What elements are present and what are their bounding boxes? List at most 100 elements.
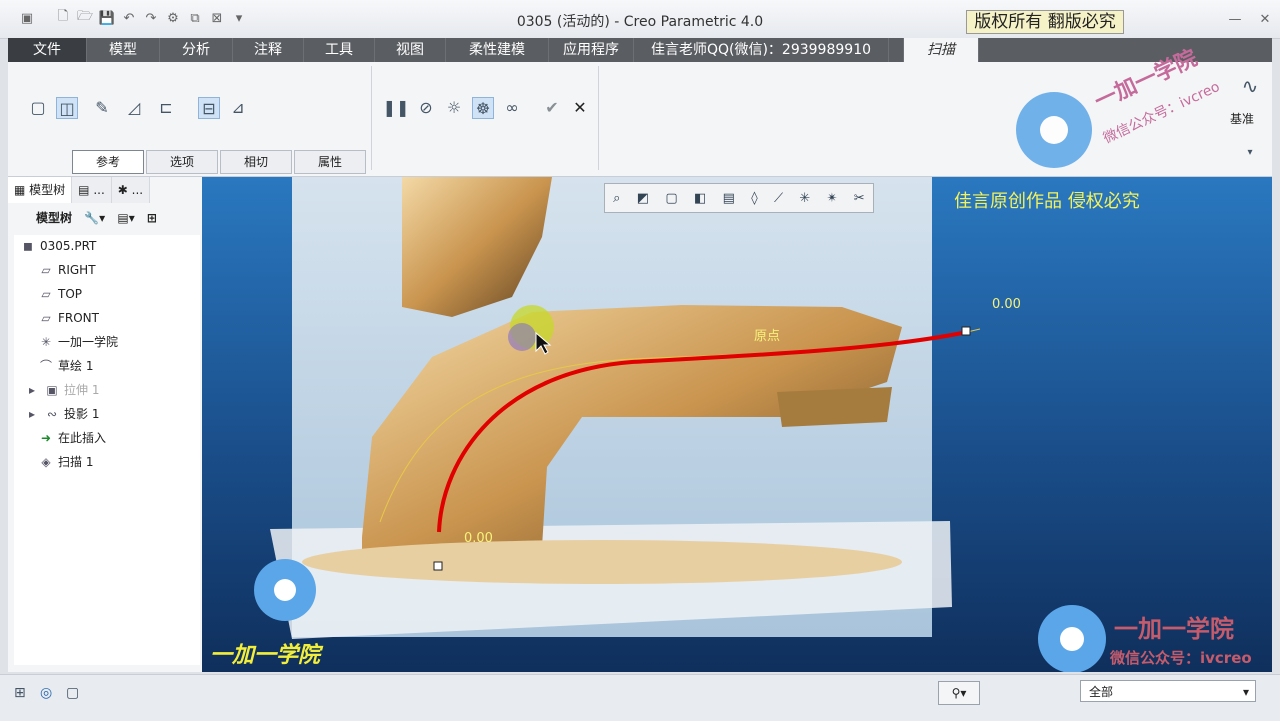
customize-dropdown-icon[interactable]: ▾ xyxy=(230,9,248,27)
csys-display-icon[interactable]: ✳ xyxy=(799,191,810,206)
tree-item-top[interactable]: ▱ TOP xyxy=(38,283,82,305)
tab-model[interactable]: 模型 xyxy=(87,38,160,62)
tree-item-insert-here[interactable]: ➜ 在此插入 xyxy=(38,427,106,449)
selection-filter[interactable]: 全部 ▾ xyxy=(1080,680,1256,702)
preview-geometry-icon[interactable]: ☼ xyxy=(444,97,464,117)
projection-icon: ∾ xyxy=(46,407,58,421)
show-navigator-icon[interactable]: ⊞ xyxy=(14,685,26,701)
cancel-x-icon[interactable]: ✕ xyxy=(570,97,590,117)
star-icon: ✱ xyxy=(117,183,132,197)
end-value-label[interactable]: 0.00 xyxy=(992,297,1021,312)
tree-icon: ▦ xyxy=(14,183,30,197)
save-icon[interactable]: 💾 xyxy=(98,9,116,27)
verify-mode-icon[interactable]: ☸ xyxy=(472,97,494,119)
brand-logo-small xyxy=(254,559,316,621)
view-toolbar: ⌕ ◩ ▢ ◧ ▤ ◊ ⟋ ✳ ✴ ✂ xyxy=(604,183,874,213)
zoom-fit-icon[interactable]: ⌕ xyxy=(613,191,620,206)
tab-sweep[interactable]: 扫描 xyxy=(904,38,979,62)
faucet-model xyxy=(270,177,981,639)
close-icon[interactable]: ✕ xyxy=(1256,10,1274,28)
subtab-tangency[interactable]: 相切 xyxy=(220,150,292,174)
layers-icon: ▤ xyxy=(78,183,94,197)
thicken-icon[interactable]: ⊏ xyxy=(156,97,176,117)
datum-curve-icon[interactable]: ∿ xyxy=(1240,74,1260,98)
copyright-stamp: 版权所有 翻版必究 xyxy=(966,10,1124,34)
tab-tools[interactable]: 工具 xyxy=(304,38,375,62)
zoom-in-icon[interactable]: ◩ xyxy=(637,191,649,206)
surface-icon[interactable]: ◫ xyxy=(56,97,78,119)
regenerate-icon[interactable]: ⚙ xyxy=(164,9,182,27)
tree-item-projection[interactable]: ▸ ∾ 投影 1 xyxy=(24,403,99,425)
minimize-icon[interactable]: — xyxy=(1226,10,1244,28)
tree-settings-icon[interactable]: 🔧▾ xyxy=(84,211,105,225)
start-value-label[interactable]: 0.00 xyxy=(464,531,493,546)
tab-layers[interactable]: ▤ ... xyxy=(72,177,112,203)
glasses-icon[interactable]: ∞ xyxy=(502,97,522,117)
new-file-icon[interactable]: 🗋 xyxy=(54,9,72,27)
no-preview-icon[interactable]: ⊘ xyxy=(416,97,436,117)
tree-item-part[interactable]: ◼ 0305.PRT xyxy=(20,235,96,257)
window-title: 0305 (活动的) - Creo Parametric 4.0 xyxy=(516,14,764,30)
windows-icon[interactable]: ⧉ xyxy=(186,9,204,27)
tree-columns-icon[interactable]: ▤▾ xyxy=(117,211,134,225)
browser-icon[interactable]: ◎ xyxy=(40,685,52,701)
spin-center-icon[interactable]: ✴ xyxy=(827,191,838,206)
trajectory-start-handle[interactable] xyxy=(433,561,443,571)
tab-favorites[interactable]: ✱ ... xyxy=(111,177,151,203)
tab-model-tree[interactable]: ▦ 模型树 xyxy=(8,177,73,203)
pause-icon[interactable]: ❚❚ xyxy=(383,97,410,117)
full-screen-icon[interactable]: ▢ xyxy=(66,685,79,701)
tab-view[interactable]: 视图 xyxy=(375,38,446,62)
tree-item-extrude[interactable]: ▸ ▣ 拉伸 1 xyxy=(24,379,99,401)
apply-check-icon[interactable]: ✔ xyxy=(542,97,562,117)
tree-item-sweep[interactable]: ◈ 扫描 1 xyxy=(38,451,93,473)
expand-arrow-icon[interactable]: ▸ xyxy=(24,406,40,422)
tree-filter-icon[interactable]: ⊞ xyxy=(147,211,157,225)
zoom-out-icon[interactable]: ▢ xyxy=(665,191,677,206)
graphics-viewport[interactable]: ⌕ ◩ ▢ ◧ ▤ ◊ ⟋ ✳ ✴ ✂ 佳言原创作品 侵权必究 原点 0.00 … xyxy=(202,177,1272,672)
tree-item-front[interactable]: ▱ FRONT xyxy=(38,307,99,329)
solid-icon[interactable]: ▢ xyxy=(28,97,48,117)
repaint-icon[interactable]: ◧ xyxy=(694,191,706,206)
constant-section-icon[interactable]: ⊟ xyxy=(198,97,220,119)
tab-teacher-contact[interactable]: 佳言老师QQ(微信)：2939989910 xyxy=(634,38,889,62)
subtab-properties[interactable]: 属性 xyxy=(294,150,366,174)
tree-item-sketch[interactable]: ⌒ 草绘 1 xyxy=(38,355,93,377)
faucet-base xyxy=(302,540,902,584)
tab-analysis[interactable]: 分析 xyxy=(160,38,233,62)
brand-logo xyxy=(1016,92,1092,168)
extrude-icon: ▣ xyxy=(46,383,58,397)
tree-item-csys[interactable]: ✳ 一加一学院 xyxy=(38,331,118,353)
datum-display-icon[interactable]: ⟋ xyxy=(774,191,783,206)
sketch-pencil-icon[interactable]: ✎ xyxy=(92,97,112,117)
sweep-ribbon: ▢ ◫ ✎ ◿ ⊏ ⊟ ⊿ ❚❚ ⊘ ☼ ☸ ∞ ✔ ✕ 参考 选项 相切 属性… xyxy=(8,46,1272,177)
variable-section-icon[interactable]: ⊿ xyxy=(228,97,248,117)
tab-applications[interactable]: 应用程序 xyxy=(549,38,634,62)
undo-icon[interactable]: ↶ xyxy=(120,9,138,27)
close-window-icon[interactable]: ⊠ xyxy=(208,9,226,27)
quick-access-toolbar: ▣ 🗋 🗁 💾 ↶ ↷ ⚙ ⧉ ⊠ ▾ xyxy=(18,9,248,27)
tree-item-right[interactable]: ▱ RIGHT xyxy=(38,259,95,281)
app-menu-icon[interactable]: ▣ xyxy=(18,9,36,27)
saved-views-icon[interactable]: ▤ xyxy=(723,191,735,206)
annotation-display-icon[interactable]: ✂ xyxy=(854,191,865,206)
tab-flexible-modeling[interactable]: 柔性建模 xyxy=(446,38,549,62)
expand-arrow-icon[interactable]: ▸ xyxy=(24,382,40,398)
trajectory-end-handle[interactable] xyxy=(961,326,971,336)
open-file-icon[interactable]: 🗁 xyxy=(76,9,94,27)
subtab-references[interactable]: 参考 xyxy=(72,150,144,174)
tab-file[interactable]: 文件 xyxy=(8,38,87,62)
display-style-icon[interactable]: ◊ xyxy=(751,191,757,206)
redo-icon[interactable]: ↷ xyxy=(142,9,160,27)
model-tree: ◼ 0305.PRT ▱ RIGHT ▱ TOP ▱ FRONT ✳ 一加一学院 ⌒ 草绘 … xyxy=(14,235,200,665)
chevron-down-icon[interactable]: ▾ xyxy=(1243,681,1249,703)
plane-icon: ▱ xyxy=(41,311,51,325)
subtab-options[interactable]: 选项 xyxy=(146,150,218,174)
datum-dropdown-icon[interactable]: ▾ xyxy=(1240,142,1260,162)
ribbon-tabs: 文件 模型 分析 注释 工具 视图 柔性建模 应用程序 佳言老师QQ(微信)：2… xyxy=(8,38,1272,62)
brand-watermark-left: 一加一学院 xyxy=(210,643,321,668)
datum-label[interactable]: 基准 xyxy=(1230,110,1254,127)
tab-annotate[interactable]: 注释 xyxy=(233,38,304,62)
find-binoculars-icon[interactable]: ⚲▾ xyxy=(938,681,980,705)
remove-material-icon[interactable]: ◿ xyxy=(124,97,144,117)
